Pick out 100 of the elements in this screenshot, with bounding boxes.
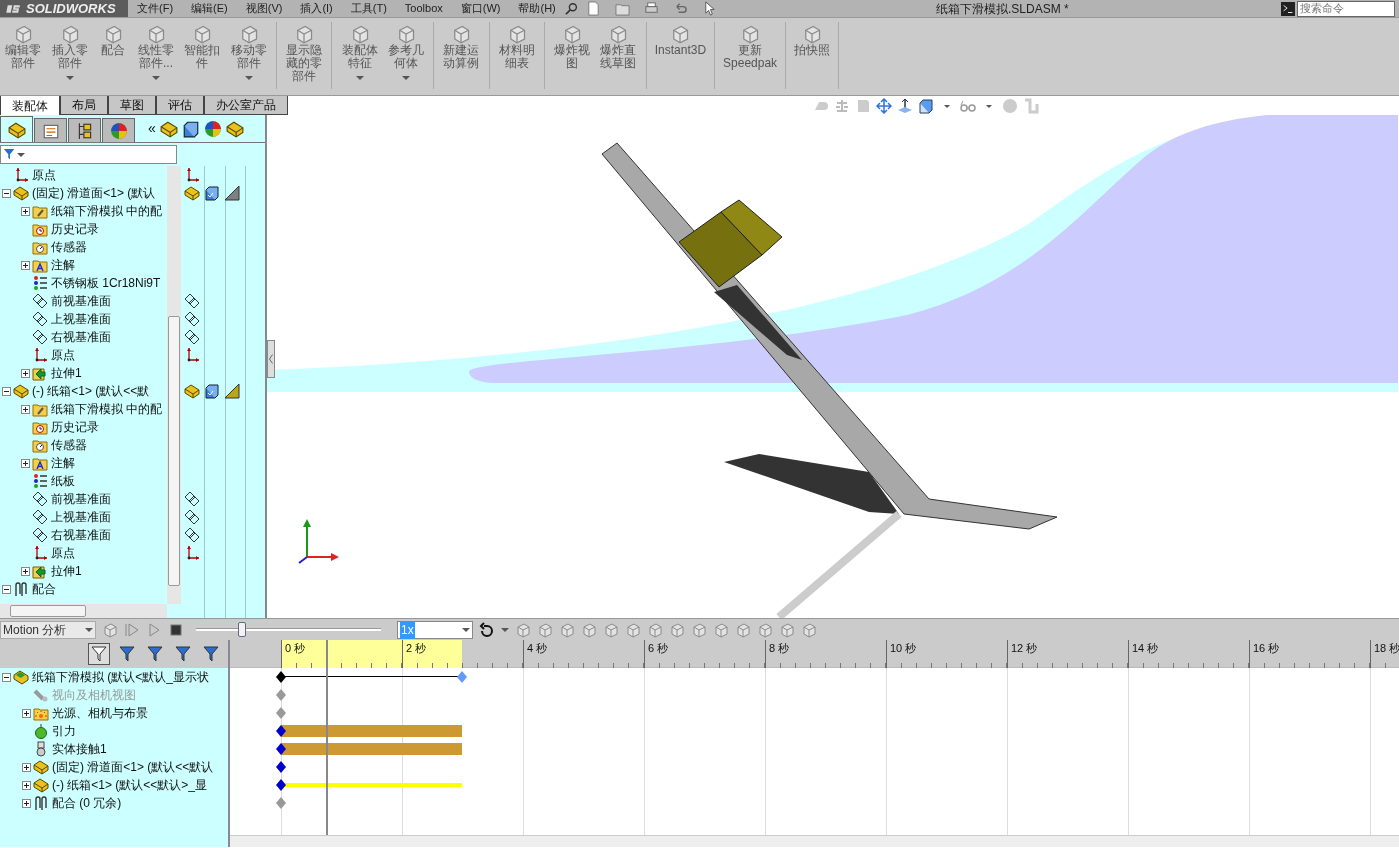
tree-item[interactable]: 传感器	[51, 238, 87, 256]
time-label: 0 秒	[285, 642, 306, 654]
collapse-toggle[interactable]	[2, 584, 11, 594]
filter-button[interactable]	[88, 643, 110, 665]
ribbon-tab[interactable]: 评估	[156, 96, 204, 115]
study-type-dropdown[interactable]: Motion 分析	[0, 620, 96, 639]
expand-toggle[interactable]	[21, 404, 30, 414]
expand-toggle[interactable]	[21, 260, 30, 270]
tree-item[interactable]: 注解	[51, 256, 75, 274]
tree-item[interactable]: 纸箱下滑模拟 中的配	[51, 202, 163, 220]
tree-item[interactable]: (固定) 滑道面<1> (默认<<默认	[52, 758, 214, 776]
tree-item[interactable]: 右视基准面	[51, 328, 111, 346]
ribbon-button[interactable]: 拍快照	[790, 22, 835, 59]
menu-item[interactable]: Toolbox	[395, 0, 452, 17]
tree-item[interactable]: 原点	[32, 166, 56, 184]
menu-item[interactable]: 编辑(E)	[182, 0, 237, 17]
menu-item[interactable]: 文件(F)	[128, 0, 183, 17]
panel-tab[interactable]	[68, 118, 101, 142]
ribbon-button[interactable]: 参考几何体	[382, 22, 430, 82]
collapse-toggle[interactable]	[2, 188, 11, 198]
tree-item[interactable]: 光源、相机与布景	[52, 704, 148, 722]
pane-toggle[interactable]: «	[148, 118, 156, 139]
tree-item[interactable]: 配合 (0 冗余)	[52, 794, 122, 812]
tree-item[interactable]: 纸箱下滑模拟 (默认<默认_显示状	[32, 668, 209, 686]
tree-item[interactable]: 配合	[32, 580, 56, 598]
printer-icon[interactable]	[643, 1, 659, 16]
time-label: 12 秒	[1011, 642, 1038, 654]
tree-item[interactable]: (固定) 滑道面<1> (默认	[32, 184, 156, 202]
tree-item[interactable]: 上视基准面	[51, 508, 111, 526]
horizontal-scrollbar[interactable]	[230, 835, 1399, 847]
collapse-toggle[interactable]	[2, 672, 11, 682]
cube-icon	[670, 24, 691, 44]
ribbon-button[interactable]: 移动零部件	[225, 22, 272, 82]
ribbon-button[interactable]: 新建运动算例	[438, 22, 485, 72]
expand-toggle[interactable]	[21, 206, 30, 216]
filter-field[interactable]	[0, 145, 177, 164]
expand-toggle[interactable]	[22, 780, 31, 790]
tree-item[interactable]: 引力	[52, 722, 76, 740]
ribbon-button[interactable]: 显示隐藏的零部件	[280, 22, 328, 85]
ribbon-tab[interactable]: 布局	[60, 96, 108, 115]
menu-item[interactable]: 窗口(W)	[451, 0, 510, 17]
panel-tab[interactable]	[102, 118, 135, 142]
ribbon-button[interactable]: 更新Speedpak	[719, 22, 782, 72]
expand-toggle[interactable]	[21, 458, 30, 468]
horizontal-scrollbar[interactable]	[0, 604, 167, 618]
panel-tab[interactable]	[34, 118, 67, 142]
ribbon-button[interactable]: 材料明细表	[493, 22, 540, 72]
panel-tab[interactable]	[0, 116, 33, 142]
collapse-toggle[interactable]	[2, 386, 11, 396]
tree-item[interactable]: 前视基准面	[51, 292, 111, 310]
ribbon-tab[interactable]: 办公室产品	[204, 96, 288, 115]
tree-item[interactable]: 纸箱下滑模拟 中的配	[51, 400, 163, 418]
stop-icon[interactable]	[168, 621, 184, 638]
tree-item[interactable]: 历史记录	[51, 220, 99, 238]
tree-item[interactable]: 传感器	[51, 436, 87, 454]
tree-item[interactable]: 纸板	[51, 472, 75, 490]
expand-toggle[interactable]	[22, 708, 31, 718]
ribbon-button[interactable]: 线性零部件...	[132, 22, 180, 82]
tree-item[interactable]: 历史记录	[51, 418, 99, 436]
ribbon-button[interactable]: 配合	[92, 22, 133, 59]
tree-item[interactable]: 实体接触1	[52, 740, 107, 758]
slider-thumb[interactable]	[238, 622, 247, 637]
menu-item[interactable]: 视图(V)	[236, 0, 292, 17]
cube-icon[interactable]	[918, 97, 934, 114]
tree-item[interactable]: 拉伸1	[51, 364, 82, 382]
tree-item[interactable]: 注解	[51, 454, 75, 472]
menu-item[interactable]: 工具(T)	[341, 0, 396, 17]
ribbon-button[interactable]: Instant3D	[650, 22, 711, 59]
loop-icon[interactable]	[479, 621, 495, 638]
ribbon-tab[interactable]: 草图	[108, 96, 156, 115]
search-field[interactable]: 搜索命令	[1297, 0, 1395, 17]
ribbon-button[interactable]: 爆炸视图	[548, 22, 596, 72]
menu-item[interactable]: 帮助(H)	[509, 0, 565, 17]
tree-item[interactable]: 上视基准面	[51, 310, 111, 328]
tree-item[interactable]: 原点	[51, 346, 75, 364]
expand-toggle[interactable]	[21, 566, 30, 576]
tree-item[interactable]: (-) 纸箱<1> (默认<<默	[32, 382, 150, 400]
playhead[interactable]	[326, 640, 329, 835]
tree-item[interactable]: (-) 纸箱<1> (默认<<默认>_显	[52, 776, 208, 794]
annotation-folder-icon	[32, 455, 48, 471]
expand-toggle[interactable]	[21, 368, 30, 378]
tree-item[interactable]: 拉伸1	[51, 562, 82, 580]
collapse-handle[interactable]	[267, 340, 275, 378]
tree-item[interactable]: 不锈钢板 1Cr18Ni9T	[51, 274, 161, 292]
ribbon-button[interactable]: 编辑零部件	[0, 22, 47, 72]
play-from-start-icon[interactable]	[124, 621, 140, 638]
vertical-scrollbar[interactable]	[167, 166, 181, 604]
menu-item[interactable]: 插入(I)	[291, 0, 342, 17]
tree-item[interactable]: 原点	[51, 544, 75, 562]
tree-item[interactable]: 右视基准面	[51, 526, 111, 544]
tree-item[interactable]: 前视基准面	[51, 490, 111, 508]
expand-toggle[interactable]	[22, 762, 31, 772]
ribbon-button[interactable]: 插入零部件	[46, 22, 93, 82]
ribbon-button[interactable]: 爆炸直线草图	[595, 22, 642, 72]
move-arrows-icon[interactable]	[876, 97, 892, 114]
plane-arrow-icon[interactable]	[897, 97, 913, 114]
expand-toggle[interactable]	[22, 798, 31, 808]
ribbon-button[interactable]: 装配体特征	[336, 22, 383, 82]
ribbon-button[interactable]: 智能扣件	[179, 22, 226, 72]
ribbon-tab[interactable]: 装配体	[0, 96, 60, 115]
